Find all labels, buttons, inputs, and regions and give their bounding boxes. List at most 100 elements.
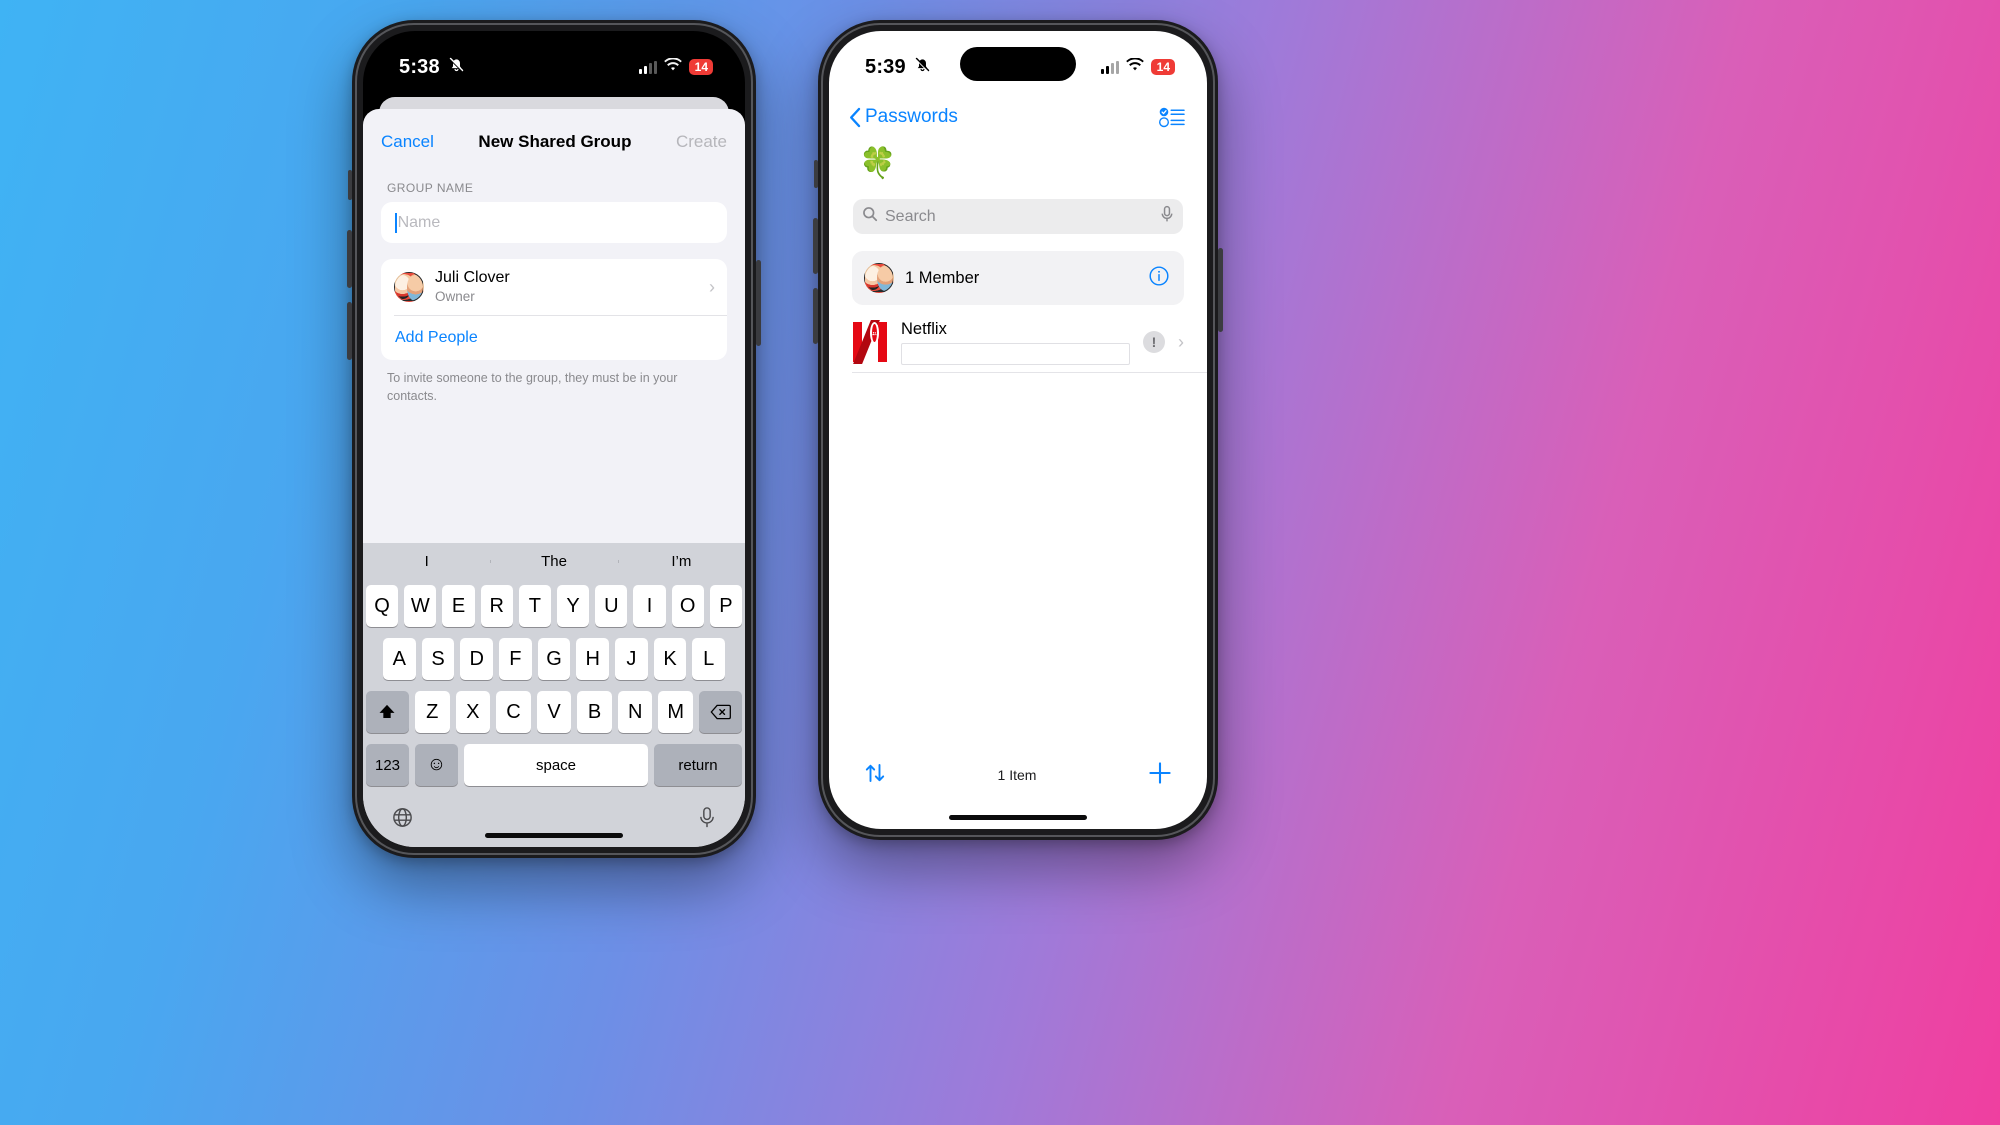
member-count-label: 1 Member: [905, 268, 980, 287]
volume-up-button[interactable]: [813, 218, 818, 274]
battery-indicator: 14: [688, 59, 713, 75]
key-l[interactable]: L: [692, 638, 726, 680]
group-name-card: Name: [381, 202, 727, 243]
suggestion-0[interactable]: I: [363, 553, 490, 570]
member-avatar: [864, 263, 894, 293]
key-z[interactable]: Z: [414, 691, 450, 733]
key-d[interactable]: D: [460, 638, 493, 680]
cellular-bars-icon: [1100, 60, 1119, 74]
owner-name: Juli Clover: [435, 269, 510, 286]
status-time: 5:39: [865, 55, 906, 78]
dynamic-island: [496, 47, 612, 81]
suggestion-1[interactable]: The: [490, 553, 617, 570]
sheet-navigation-bar: Cancel New Shared Group Create: [363, 109, 745, 165]
owner-row[interactable]: Juli Clover Owner ›: [381, 259, 727, 315]
key-h[interactable]: H: [576, 638, 610, 680]
form-spacer: [381, 243, 727, 259]
key-u[interactable]: U: [595, 585, 628, 627]
microphone-icon[interactable]: [697, 806, 717, 835]
backspace-icon[interactable]: [699, 691, 743, 733]
owner-role: Owner: [435, 289, 475, 304]
list-separator: [852, 372, 1207, 373]
left-screen: 5:38 14 Cancel New Shared Group Create G…: [363, 31, 745, 847]
exclamation-badge-icon[interactable]: !: [1143, 331, 1165, 353]
power-button[interactable]: [1218, 248, 1223, 332]
chevron-right-icon: ›: [1178, 331, 1184, 352]
keyboard-rows: Q W E R T Y U I O P A S D F G H J K L Z …: [363, 580, 745, 786]
bell-slash-icon: [447, 55, 466, 79]
return-key[interactable]: return: [654, 744, 742, 786]
globe-icon[interactable]: [391, 806, 414, 835]
space-key[interactable]: space: [464, 744, 648, 786]
keyboard-row-1: Q W E R T Y U I O P: [365, 585, 743, 627]
predictive-suggestions-bar: I The I’m: [363, 543, 745, 580]
key-o[interactable]: O: [671, 585, 704, 627]
volume-down-button[interactable]: [347, 302, 352, 360]
suggestion-2[interactable]: I’m: [617, 553, 745, 570]
volume-down-button[interactable]: [813, 288, 818, 344]
group-name-section-header: GROUP NAME: [387, 181, 474, 195]
wifi-icon: [663, 56, 682, 77]
key-r[interactable]: R: [480, 585, 513, 627]
sort-arrows-icon[interactable]: [863, 761, 887, 790]
key-q[interactable]: Q: [365, 585, 399, 627]
key-p[interactable]: P: [709, 585, 743, 627]
key-s[interactable]: S: [421, 638, 455, 680]
key-m[interactable]: M: [658, 691, 694, 733]
key-a[interactable]: A: [382, 638, 416, 680]
smiley-icon[interactable]: ☺: [415, 744, 458, 786]
volume-up-button[interactable]: [347, 230, 352, 288]
item-title: Netflix: [901, 319, 947, 338]
key-i[interactable]: I: [633, 585, 666, 627]
bell-slash-icon: [913, 55, 932, 79]
list-item[interactable]: Netflix ! ›: [852, 313, 1184, 371]
keyboard-row-3: Z X C V B N M: [365, 691, 743, 733]
key-j[interactable]: J: [615, 638, 648, 680]
numbers-key[interactable]: 123: [366, 744, 409, 786]
add-people-button[interactable]: Add People: [381, 316, 727, 360]
key-w[interactable]: W: [404, 585, 437, 627]
key-v[interactable]: V: [536, 691, 572, 733]
power-button[interactable]: [756, 260, 761, 346]
home-indicator: [485, 833, 623, 838]
iphone-left: 5:38 14 Cancel New Shared Group Create G…: [347, 20, 761, 858]
checklist-icon[interactable]: [1158, 106, 1185, 128]
group-form: GROUP NAME Name Juli Clover Owner › Add …: [363, 165, 745, 405]
key-f[interactable]: F: [499, 638, 532, 680]
key-g[interactable]: G: [537, 638, 571, 680]
battery-indicator: 14: [1150, 59, 1175, 75]
key-x[interactable]: X: [455, 691, 491, 733]
avatar: [394, 272, 424, 303]
key-t[interactable]: T: [518, 585, 551, 627]
item-count-label: 1 Item: [997, 767, 1037, 783]
mute-switch[interactable]: [348, 170, 352, 200]
group-name-placeholder: Name: [397, 213, 441, 231]
iphone-right: 5:39 14 Passwords 🍀 Search 1 Member Netf…: [813, 20, 1223, 840]
search-input[interactable]: Search: [853, 199, 1183, 234]
chevron-left-icon: [849, 107, 861, 128]
info-circle-icon[interactable]: [1148, 265, 1170, 292]
microphone-icon[interactable]: [1160, 205, 1174, 228]
software-keyboard: I The I’m Q W E R T Y U I O P A S D F G …: [363, 543, 745, 847]
key-e[interactable]: E: [442, 585, 475, 627]
plus-icon[interactable]: [1147, 760, 1173, 791]
status-time: 5:38: [399, 55, 440, 78]
key-c[interactable]: C: [496, 691, 531, 733]
key-b[interactable]: B: [577, 691, 612, 733]
dynamic-island: [960, 47, 1076, 81]
shift-up-icon[interactable]: [365, 691, 409, 733]
back-to-passwords-button[interactable]: Passwords: [849, 106, 958, 128]
key-k[interactable]: K: [653, 638, 687, 680]
keyboard-row-2: A S D F G H J K L: [366, 638, 742, 680]
shared-people-icon: [870, 322, 879, 344]
search-placeholder: Search: [885, 207, 936, 225]
group-name-input[interactable]: Name: [381, 202, 727, 243]
key-n[interactable]: N: [617, 691, 653, 733]
mute-switch[interactable]: [814, 160, 818, 188]
create-button[interactable]: Create: [676, 132, 727, 152]
back-label: Passwords: [865, 106, 958, 127]
key-y[interactable]: Y: [557, 585, 590, 627]
cancel-button[interactable]: Cancel: [381, 132, 434, 152]
invite-footer-note: To invite someone to the group, they mus…: [387, 371, 678, 404]
member-card[interactable]: 1 Member: [852, 251, 1184, 305]
